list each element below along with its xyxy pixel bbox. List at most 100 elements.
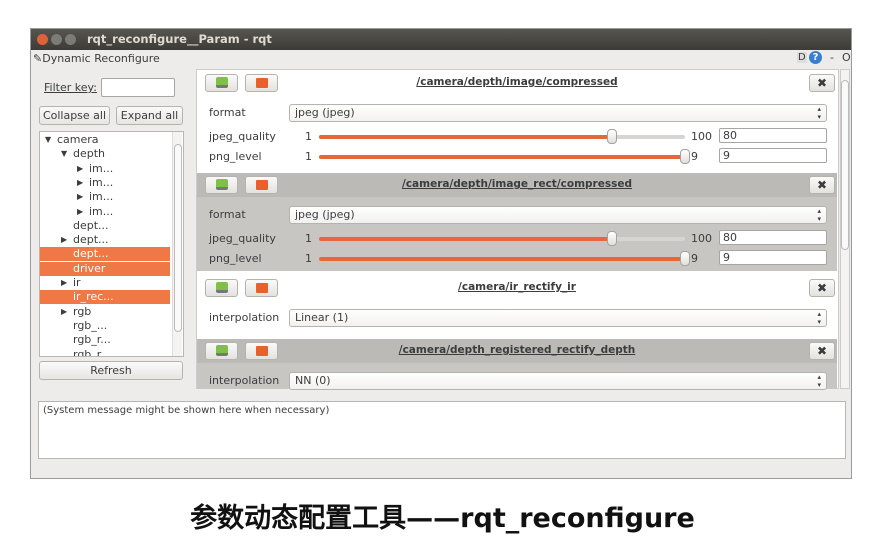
param-label: png_level [209,252,262,265]
system-message: (System message might be shown here when… [43,405,330,416]
tree-item[interactable]: ▶ im... [40,205,170,219]
plugin-title-text: Dynamic Reconfigure [42,52,160,65]
node-tree: ▼ camera ▼ depth ▶ im... ▶ im... ▶ im... ▶ im... dep… [39,131,184,357]
combo-value: jpeg (jpeg) [295,106,355,119]
group-title: /camera/ir_rectify_ir [458,281,576,293]
tree-item[interactable]: rgb_... [40,319,170,333]
param-scrollbar-thumb[interactable] [841,80,849,250]
tree-item[interactable]: dept... [40,247,170,262]
tree-item-label: driver [73,261,106,275]
tree-item-label: camera [57,133,99,146]
filter-key-label: Filter key: [44,81,97,94]
refresh-button[interactable]: Refresh [39,361,183,380]
filter-key-input[interactable] [101,78,175,97]
close-icon[interactable]: ✖ [809,176,835,194]
close-icon[interactable]: ✖ [809,279,835,297]
collapse-all-button[interactable]: Collapse all [39,106,110,125]
param-value-input[interactable]: 80 [719,128,827,143]
tree-item-label: im... [89,204,114,218]
slider-fill [319,155,685,159]
close-icon[interactable]: ✖ [809,74,835,92]
tree-item[interactable]: rgb_r... [40,333,170,347]
slider-max-label: 9 [691,252,698,265]
tree-item[interactable]: ▶ ir [40,276,170,290]
combo-value: NN (0) [295,374,331,387]
expand-arrow-icon[interactable]: ▼ [61,147,67,161]
slider-handle[interactable] [680,251,690,266]
close-window-button[interactable] [37,34,48,45]
tree-item[interactable]: ▼ camera [40,133,170,147]
d-button[interactable]: D [797,52,807,63]
tree-item[interactable]: ▶ im... [40,190,170,204]
title-bar: rqt_reconfigure__Param - rqt [31,29,851,50]
param-label: format [209,208,246,221]
tree-item[interactable]: ir_rec... [40,290,170,305]
param-combo[interactable]: jpeg (jpeg) ▴ ▾ [289,206,827,224]
tree-scrollbar-thumb[interactable] [174,144,182,332]
expand-arrow-icon[interactable]: ▶ [77,205,83,219]
help-icon[interactable]: ? [809,51,822,64]
slider-min-label: 1 [305,130,312,143]
tree-item[interactable]: dept... [40,219,170,233]
expand-arrow-icon[interactable]: ▶ [77,176,83,190]
param-combo[interactable]: Linear (1) ▴ ▾ [289,309,827,327]
tree-item[interactable]: ▶ rgb [40,305,170,319]
tree-item[interactable]: driver [40,261,170,276]
param-label: png_level [209,150,262,163]
param-value-input[interactable]: 80 [719,230,827,245]
param-slider[interactable] [319,149,690,164]
tree-item-label: rgb [73,304,92,318]
spinner-arrows-icon: ▴ ▾ [817,207,821,223]
param-slider[interactable] [319,231,685,246]
combo-value: Linear (1) [295,311,349,324]
expand-arrow-icon[interactable]: ▶ [61,276,67,290]
plugin-title: ✎Dynamic Reconfigure [33,52,160,65]
param-value-input[interactable]: 9 [719,250,827,265]
expand-arrow-icon[interactable]: ▶ [77,162,83,176]
combo-value: jpeg (jpeg) [295,208,355,221]
param-scrollbar[interactable] [840,69,850,389]
tree-item[interactable]: rgb_r... [40,347,170,357]
param-value-input[interactable]: 9 [719,148,827,163]
expand-arrow-icon[interactable]: ▼ [45,133,51,147]
slider-handle[interactable] [606,231,617,246]
spinner-arrows-icon: ▴ ▾ [817,310,821,326]
slider-fill [319,237,612,241]
minimize-plugin-button[interactable]: - [830,51,834,64]
param-combo[interactable]: jpeg (jpeg) ▴ ▾ [289,104,827,122]
group-title: /camera/depth_registered_rectify_depth [398,344,636,356]
system-message-area: (System message might be shown here when… [38,401,846,459]
tree-item-label: im... [89,175,114,189]
close-plugin-button[interactable]: O [842,51,851,64]
tree-item[interactable]: ▼ depth [40,147,170,161]
minimize-window-button[interactable] [51,34,62,45]
slider-fill [319,257,685,261]
expand-arrow-icon[interactable]: ▶ [77,190,83,204]
slider-min-label: 1 [305,232,312,245]
group-title: /camera/depth/image_rect/compressed [401,178,632,190]
slider-min-label: 1 [305,150,312,163]
param-label: interpolation [209,374,280,387]
param-slider[interactable] [319,251,690,266]
expand-arrow-icon[interactable]: ▶ [61,233,67,247]
tree-item[interactable]: ▶ im... [40,162,170,176]
tree-item[interactable]: ▶ im... [40,176,170,190]
param-label: jpeg_quality [209,130,276,143]
param-combo[interactable]: NN (0) ▴ ▾ [289,372,827,390]
maximize-window-button[interactable] [65,34,76,45]
slider-min-label: 1 [305,252,312,265]
expand-all-button[interactable]: Expand all [116,106,183,125]
tree-item-label: im... [89,161,114,175]
tree-item[interactable]: ▶ dept... [40,233,170,247]
tree-item-label: dept... [73,233,109,247]
slider-handle[interactable] [680,149,690,164]
tree-item-label: rgb_r... [73,347,111,357]
tree-scrollbar[interactable] [172,132,182,356]
close-icon[interactable]: ✖ [809,342,835,360]
tree-item-label: rgb_r... [73,333,111,347]
expand-arrow-icon[interactable]: ▶ [61,305,67,319]
slider-handle[interactable] [606,129,617,144]
param-slider[interactable] [319,129,685,144]
group-title: /camera/depth/image/compressed [416,76,618,88]
param-label: format [209,106,246,119]
